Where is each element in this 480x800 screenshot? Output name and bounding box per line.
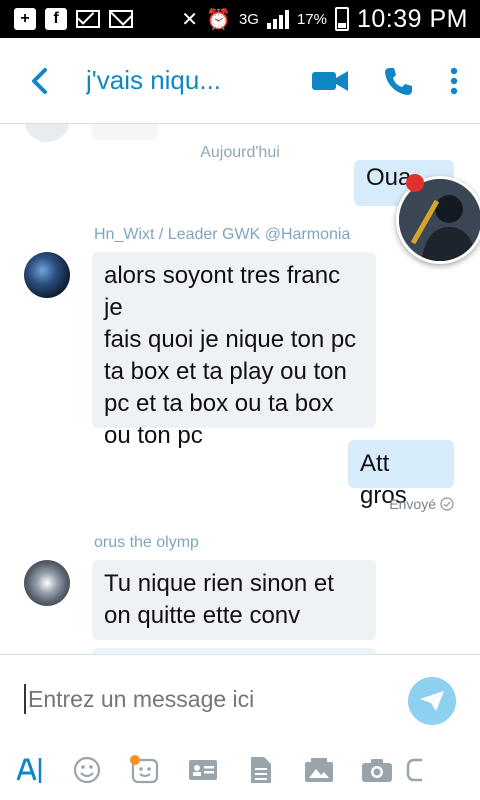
conversation-header: j'vais niqu... xyxy=(0,38,480,124)
status-bar: + f ✕ ⏰ 3G 17% 10:39 PM xyxy=(0,0,480,38)
audio-call-button[interactable] xyxy=(374,57,422,105)
text-format-button[interactable] xyxy=(0,747,58,793)
message-line: ou ton pc xyxy=(104,422,203,449)
media-button[interactable] xyxy=(290,747,348,793)
file-icon xyxy=(251,757,271,783)
message-input-wrapper[interactable] xyxy=(24,681,384,717)
sender-name: orus the olymp xyxy=(94,534,199,551)
notification-dot xyxy=(406,174,424,192)
mute-icon: ✕ xyxy=(181,8,199,31)
contact-button[interactable] xyxy=(174,747,232,793)
avatar xyxy=(24,124,70,142)
text-cursor xyxy=(24,684,26,714)
camera-button[interactable] xyxy=(348,747,406,793)
list-item xyxy=(92,124,158,140)
camera-icon xyxy=(362,759,392,782)
signal-icon xyxy=(266,9,289,29)
person-photo-icon xyxy=(399,179,480,261)
file-button[interactable] xyxy=(232,747,290,793)
message-overflow-icon xyxy=(406,758,422,782)
avatar[interactable] xyxy=(24,252,70,298)
message-line: pc et ta box ou ta box xyxy=(104,390,334,417)
emoticon-button[interactable] xyxy=(58,747,116,793)
alarm-icon: ⏰ xyxy=(206,8,231,31)
clock: 10:39 PM xyxy=(356,4,468,33)
moji-icon xyxy=(130,755,159,784)
delivery-status: Envoyé xyxy=(389,496,454,512)
kebab-menu-icon xyxy=(450,67,458,94)
email-check-icon xyxy=(76,7,100,28)
message-list[interactable]: Aujourd'hui Oua Hn_Wixt / Leader GWK @Ha… xyxy=(0,124,480,654)
photo-gallery-icon xyxy=(305,758,333,782)
back-arrow-icon xyxy=(32,67,47,94)
message-line: fais quoi je nique ton pc xyxy=(104,326,357,353)
message-text: Oua xyxy=(366,164,412,191)
facebook-icon: f xyxy=(45,8,67,30)
video-camera-icon xyxy=(312,70,348,91)
moji-button[interactable] xyxy=(116,747,174,793)
status-text: Envoyé xyxy=(389,496,436,512)
more-options-button[interactable] xyxy=(442,57,466,105)
message-input[interactable] xyxy=(28,685,368,713)
sender-name: Hn_Wixt / Leader GWK @Harmonia xyxy=(94,226,351,243)
message-bubble-incoming[interactable]: alors soyont tres franc je fais quoi je … xyxy=(92,252,376,449)
send-button[interactable] xyxy=(408,677,456,725)
battery-icon xyxy=(334,7,349,31)
message-line: on quitte ette conv xyxy=(104,602,301,629)
send-icon xyxy=(420,691,444,711)
video-call-button[interactable] xyxy=(306,57,354,105)
message-line: alors soyont tres franc je xyxy=(104,262,341,321)
message-line: Tu nique rien sinon et xyxy=(104,570,334,597)
message-line: ta box et ta play ou ton xyxy=(104,358,347,385)
message-bubble-outgoing[interactable]: Att gros xyxy=(348,440,454,509)
plus-notification-icon: + xyxy=(14,8,36,30)
battery-percent: 17% xyxy=(296,10,327,28)
more-tools-button[interactable] xyxy=(406,747,436,793)
avatar[interactable] xyxy=(24,560,70,606)
contact-card-icon xyxy=(189,760,217,780)
phone-icon xyxy=(385,67,412,95)
message-bubble-incoming[interactable]: Tu nique rien sinon et on quitte ette co… xyxy=(92,560,376,640)
smiley-icon xyxy=(73,756,101,784)
email-icon xyxy=(109,10,133,28)
check-circle-icon xyxy=(440,497,454,511)
conversation-title[interactable]: j'vais niqu... xyxy=(86,65,256,96)
text-format-icon xyxy=(16,758,42,783)
composer xyxy=(0,654,480,800)
composer-toolbar xyxy=(0,747,480,793)
network-type: 3G xyxy=(238,10,259,28)
back-button[interactable] xyxy=(10,51,70,111)
